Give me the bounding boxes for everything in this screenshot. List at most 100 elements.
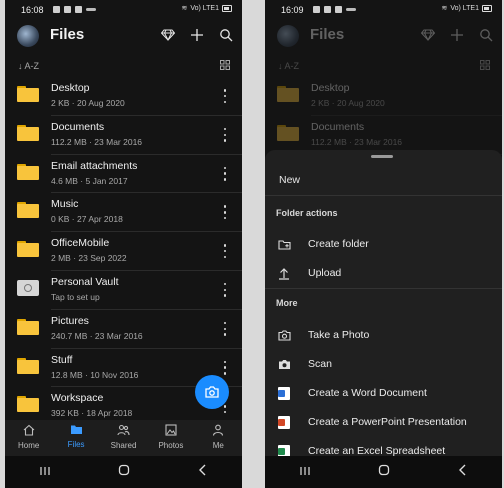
sheet-title: New: [279, 174, 301, 186]
file-meta: 4.6 MB · 5 Jan 2017: [51, 175, 128, 186]
nav-item-files[interactable]: Files: [52, 420, 99, 456]
recent-apps-icon[interactable]: [39, 463, 51, 481]
file-meta: 12.8 MB · 10 Nov 2016: [51, 369, 139, 380]
grid-view-icon: [480, 60, 490, 72]
nav-label: Me: [212, 441, 224, 450]
bottom-navigation: Home Files Shared Photos Me: [5, 420, 242, 456]
create-excel-label: Create an Excel Spreadsheet: [308, 445, 446, 456]
file-meta: 392 KB · 18 Apr 2018: [51, 408, 133, 419]
file-row[interactable]: Pictures 240.7 MB · 23 Mar 2016: [17, 310, 242, 349]
back-icon[interactable]: [458, 463, 468, 481]
status-time: 16:08: [21, 5, 44, 15]
premium-diamond-icon[interactable]: [160, 26, 176, 44]
camera-icon: [277, 328, 291, 342]
create-powerpoint-label: Create a PowerPoint Presentation: [308, 416, 467, 428]
photo-icon: [165, 424, 177, 438]
file-meta: 2 KB · 20 Aug 2020: [51, 98, 125, 108]
file-row[interactable]: Personal Vault Tap to set up: [17, 271, 242, 310]
home-button-icon[interactable]: [118, 463, 130, 481]
folder-icon: [17, 241, 39, 258]
camera-fab-button[interactable]: [195, 375, 229, 409]
nav-item-home[interactable]: Home: [5, 420, 52, 456]
nav-item-me[interactable]: Me: [195, 420, 242, 456]
new-item-bottom-sheet: New Folder actions Create folder Upload …: [265, 150, 502, 456]
avatar: [277, 25, 299, 47]
create-word-document-action[interactable]: Create a Word Document: [265, 383, 502, 407]
sheet-drag-handle[interactable]: [371, 155, 393, 158]
search-icon[interactable]: [218, 26, 234, 44]
recent-apps-icon[interactable]: [299, 463, 311, 481]
folder-icon: [17, 86, 39, 102]
signal-text: Vo) LTE1: [450, 4, 479, 12]
calendar-notification-icon: [335, 6, 342, 13]
create-folder-label: Create folder: [308, 238, 369, 250]
excel-icon: [277, 444, 291, 456]
add-icon[interactable]: [189, 26, 205, 44]
file-name: Desktop: [51, 82, 90, 94]
create-folder-action[interactable]: Create folder: [265, 234, 502, 258]
status-right: ≋ Vo) LTE1: [441, 4, 492, 12]
file-row[interactable]: Email attachments 4.6 MB · 5 Jan 2017: [17, 155, 242, 194]
person-icon: [212, 424, 224, 438]
file-name: Email attachments: [51, 159, 138, 172]
divider: [265, 288, 502, 289]
folder-icon: [17, 163, 39, 180]
app-actions: [420, 26, 494, 44]
more-heading: More: [276, 298, 298, 308]
more-options-icon[interactable]: [220, 244, 230, 259]
create-powerpoint-action[interactable]: Create a PowerPoint Presentation: [265, 412, 502, 436]
people-icon: [117, 424, 130, 438]
back-icon[interactable]: [198, 463, 208, 481]
upload-action[interactable]: Upload: [265, 263, 502, 287]
home-icon: [23, 424, 35, 438]
scan-label: Scan: [308, 358, 332, 370]
file-meta: 112.2 MB · 23 Mar 2016: [51, 136, 143, 147]
status-bar: 16:08 ≋ Vo) LTE1: [5, 0, 242, 22]
nav-item-photos[interactable]: Photos: [147, 420, 194, 456]
more-options-icon[interactable]: [220, 360, 230, 375]
folder-icon: [277, 86, 299, 102]
file-list: Desktop 2 KB · 20 Aug 2020 Documents 112.2 …: [5, 77, 242, 427]
file-row[interactable]: OfficeMobile 2 MB · 23 Sep 2022: [17, 232, 242, 271]
scan-action[interactable]: Scan: [265, 354, 502, 378]
system-navigation-bar: [5, 456, 242, 488]
more-options-icon[interactable]: [220, 89, 230, 103]
create-excel-action[interactable]: Create an Excel Spreadsheet: [265, 441, 502, 456]
premium-diamond-icon: [420, 26, 436, 44]
take-photo-action[interactable]: Take a Photo: [265, 325, 502, 349]
more-options-icon[interactable]: [220, 166, 230, 181]
file-name: Music: [51, 198, 79, 211]
folder-icon: [17, 202, 39, 219]
file-row[interactable]: Music 0 KB · 27 Apr 2018: [17, 193, 242, 233]
signal-text: Vo) LTE1: [190, 4, 219, 12]
folder-icon: [70, 424, 83, 437]
camera-icon: [205, 386, 219, 398]
image-notification-icon: [313, 6, 320, 13]
folder-icon: [17, 318, 39, 335]
more-notifications-icon: [86, 8, 96, 11]
notification-icons: [53, 6, 96, 13]
more-options-icon[interactable]: [220, 321, 230, 336]
more-options-icon[interactable]: [220, 127, 230, 142]
avatar[interactable]: [17, 25, 39, 47]
more-options-icon[interactable]: [220, 205, 230, 220]
file-row[interactable]: Desktop 2 KB · 20 Aug 2020: [17, 77, 242, 116]
file-row[interactable]: Documents 112.2 MB · 23 Mar 2016: [17, 116, 242, 155]
app-bar: Files: [265, 22, 502, 52]
files-screen-with-menu: 16:09 ≋ Vo) LTE1 Files ↓ A-Z Desktop 2 K…: [265, 0, 502, 488]
nav-label: Files: [67, 440, 85, 449]
upload-label: Upload: [308, 267, 342, 279]
wifi-icon: ≋: [181, 5, 188, 12]
home-button-icon[interactable]: [378, 463, 390, 481]
status-time: 16:09: [281, 5, 304, 15]
battery-icon: [222, 4, 232, 12]
create-folder-icon: [277, 237, 291, 251]
sort-bar: ↓ A-Z: [5, 58, 242, 76]
grid-view-icon[interactable]: [220, 60, 230, 72]
more-options-icon[interactable]: [220, 282, 230, 297]
calendar-notification-icon: [75, 6, 82, 13]
search-icon: [478, 26, 494, 44]
status-bar: 16:09 ≋ Vo) LTE1: [265, 0, 502, 22]
sort-button[interactable]: ↓ A-Z: [18, 61, 39, 71]
nav-item-shared[interactable]: Shared: [100, 420, 147, 456]
